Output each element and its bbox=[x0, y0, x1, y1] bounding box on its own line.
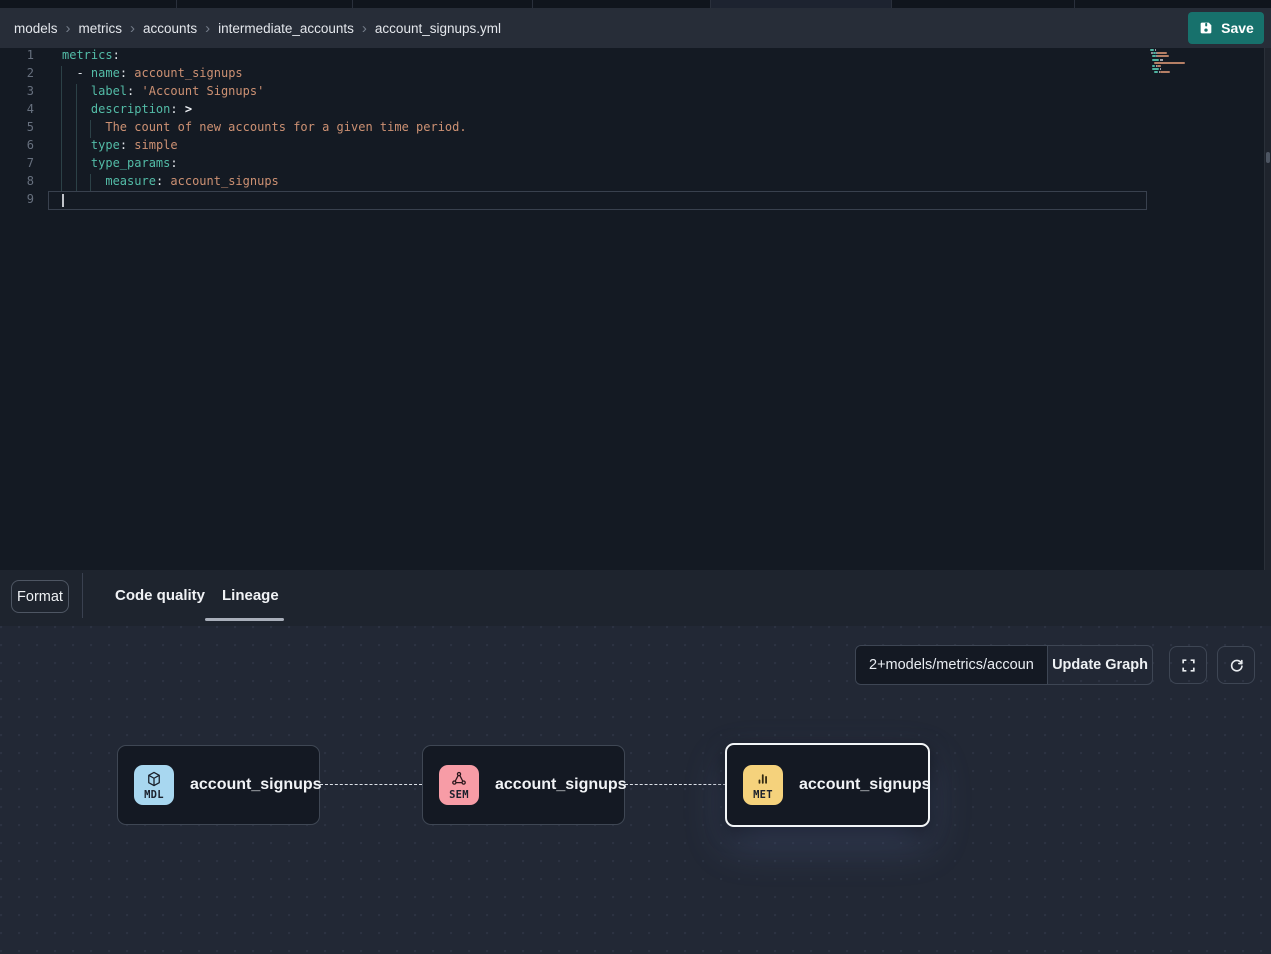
lineage-edge bbox=[320, 784, 422, 785]
badge-label: SEM bbox=[449, 789, 469, 801]
code-line[interactable]: 3 label: 'Account Signups' bbox=[0, 84, 1271, 102]
line-number: 8 bbox=[0, 174, 34, 192]
lineage-node-sem[interactable]: SEM account_signups bbox=[422, 745, 625, 825]
ide-window: models › metrics › accounts › intermediate_acc… bbox=[0, 0, 1271, 954]
code-editor[interactable]: 1metrics:2 - name: account_signups3 labe… bbox=[0, 48, 1271, 570]
lineage-node-mdl[interactable]: MDL account_signups bbox=[117, 745, 320, 825]
code-line[interactable]: 5 The count of new accounts for a given … bbox=[0, 120, 1271, 138]
badge-label: MET bbox=[753, 789, 773, 801]
code-line-text: type: simple bbox=[62, 138, 178, 156]
text-cursor bbox=[62, 194, 64, 207]
code-line[interactable]: 8 measure: account_signups bbox=[0, 174, 1271, 192]
fullscreen-button[interactable] bbox=[1169, 646, 1207, 684]
met-badge: MET bbox=[743, 765, 783, 805]
lineage-node-met[interactable]: MET account_signups bbox=[725, 743, 930, 827]
lineage-edge bbox=[625, 784, 726, 785]
cube-icon bbox=[145, 770, 163, 788]
mdl-badge: MDL bbox=[134, 765, 174, 805]
file-header-bar: models › metrics › accounts › intermediate_acc… bbox=[0, 8, 1271, 48]
active-line-highlight bbox=[48, 191, 1147, 210]
editor-tab[interactable] bbox=[353, 0, 533, 8]
editor-scrollbar[interactable] bbox=[1264, 48, 1271, 570]
indent-guide bbox=[90, 120, 91, 138]
node-label: account_signups bbox=[190, 776, 322, 794]
refresh-button[interactable] bbox=[1217, 646, 1255, 684]
minimap[interactable] bbox=[1150, 49, 1214, 78]
breadcrumb-separator-icon: › bbox=[205, 21, 210, 36]
breadcrumb-separator-icon: › bbox=[130, 21, 135, 36]
code-line[interactable]: 1 metrics: bbox=[0, 48, 1271, 66]
code-line[interactable]: 2 - name: account_signups bbox=[0, 66, 1271, 84]
editor-tab[interactable] bbox=[0, 0, 177, 8]
breadcrumb-item[interactable]: models bbox=[14, 21, 58, 36]
tab-lineage[interactable]: Lineage bbox=[222, 587, 279, 604]
panel-divider bbox=[82, 573, 83, 618]
line-number: 9 bbox=[0, 192, 34, 210]
breadcrumb-item[interactable]: intermediate_accounts bbox=[218, 21, 354, 36]
code-line-text: description: > bbox=[62, 102, 192, 120]
editor-scrollbar-thumb[interactable] bbox=[1266, 152, 1270, 163]
breadcrumb-item[interactable]: account_signups.yml bbox=[375, 21, 501, 36]
indent-guide bbox=[76, 84, 77, 192]
node-label: account_signups bbox=[799, 776, 931, 794]
code-lines: 1metrics:2 - name: account_signups3 labe… bbox=[0, 48, 1271, 210]
breadcrumb-item[interactable]: metrics bbox=[79, 21, 123, 36]
line-number: 3 bbox=[0, 84, 34, 102]
code-line-text: metrics: bbox=[62, 48, 120, 66]
breadcrumb-item[interactable]: accounts bbox=[143, 21, 197, 36]
line-number: 5 bbox=[0, 120, 34, 138]
code-line-text: label: 'Account Signups' bbox=[62, 84, 264, 102]
update-graph-button[interactable]: Update Graph bbox=[1048, 646, 1152, 684]
tab-code-quality[interactable]: Code quality bbox=[115, 587, 205, 604]
editor-tab[interactable] bbox=[711, 0, 892, 8]
expand-corners-icon bbox=[1180, 657, 1197, 674]
code-line-text: The count of new accounts for a given ti… bbox=[62, 120, 467, 138]
line-number: 6 bbox=[0, 138, 34, 156]
bottom-panel: Format Code quality Lineage Update Graph bbox=[0, 570, 1271, 954]
line-number: 2 bbox=[0, 66, 34, 84]
code-line[interactable]: 6 type: simple bbox=[0, 138, 1271, 156]
bar-chart-icon bbox=[754, 770, 772, 788]
line-number: 4 bbox=[0, 102, 34, 120]
editor-tab[interactable] bbox=[1075, 0, 1271, 8]
breadcrumb: models › metrics › accounts › intermediate_acc… bbox=[14, 8, 501, 48]
breadcrumb-separator-icon: › bbox=[362, 21, 367, 36]
circular-arrow-icon bbox=[1228, 657, 1245, 674]
code-line-text: measure: account_signups bbox=[62, 174, 279, 192]
indent-guide bbox=[90, 174, 91, 192]
editor-tab[interactable] bbox=[533, 0, 711, 8]
code-line[interactable]: 7 type_params: bbox=[0, 156, 1271, 174]
indent-guide bbox=[61, 66, 62, 192]
code-line-text: - name: account_signups bbox=[62, 66, 243, 84]
node-label: account_signups bbox=[495, 776, 627, 794]
top-tab-strip bbox=[0, 0, 1271, 8]
lineage-filter-group: Update Graph bbox=[855, 645, 1153, 685]
active-tab-underline bbox=[205, 618, 284, 621]
lineage-selector-input[interactable] bbox=[856, 646, 1048, 684]
line-number: 1 bbox=[0, 48, 34, 66]
code-line-text: type_params: bbox=[62, 156, 178, 174]
save-button-label: Save bbox=[1221, 20, 1254, 36]
graph-nodes-icon bbox=[450, 770, 468, 788]
format-button[interactable]: Format bbox=[11, 580, 69, 613]
floppy-disk-icon bbox=[1198, 20, 1214, 36]
code-line[interactable]: 4 description: > bbox=[0, 102, 1271, 120]
save-button[interactable]: Save bbox=[1188, 12, 1264, 44]
editor-tab[interactable] bbox=[177, 0, 353, 8]
line-number: 7 bbox=[0, 156, 34, 174]
breadcrumb-separator-icon: › bbox=[66, 21, 71, 36]
sem-badge: SEM bbox=[439, 765, 479, 805]
badge-label: MDL bbox=[144, 789, 164, 801]
editor-tab[interactable] bbox=[892, 0, 1075, 8]
